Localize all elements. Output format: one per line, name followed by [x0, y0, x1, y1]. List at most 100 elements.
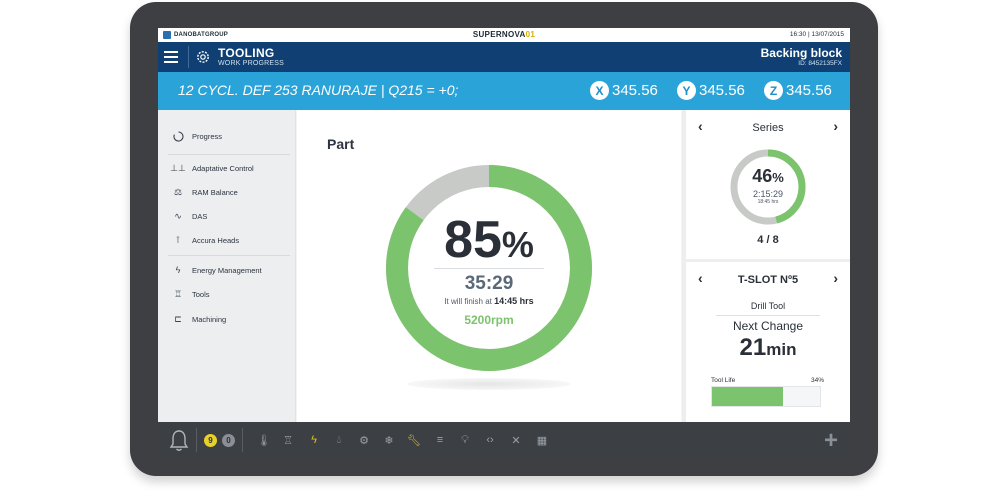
part-progress-unit: %: [501, 224, 534, 265]
tool-type: Drill Tool: [750, 301, 786, 311]
page-subtitle: WORK PROGRESS: [218, 60, 284, 67]
sidebar-item-label: Machining: [192, 314, 227, 324]
percent-divider: [434, 268, 544, 269]
das-icon: ∿: [174, 210, 182, 221]
energy-bolt-icon[interactable]: ϟ: [306, 432, 322, 448]
wrench-icon[interactable]: 🔧︎: [406, 432, 422, 448]
sidebar-item-energy-management[interactable]: ϟ Energy Management: [172, 262, 262, 278]
tool-card: ‹ › T-SLOT Nº5 Drill Tool Next Change 21…: [686, 262, 850, 422]
sidebar-item-ram-balance[interactable]: ⚖ RAM Balance: [172, 184, 238, 200]
tool-life-bar: [711, 386, 821, 407]
finish-time: It will finish at 14:45 hrs: [409, 296, 569, 306]
tool-divider: [716, 315, 820, 316]
snowflake-icon[interactable]: ❄: [381, 432, 397, 448]
thermometer-icon[interactable]: 🌡︎: [256, 432, 272, 448]
next-change-value: 21min: [686, 334, 850, 362]
next-change-number: 21: [739, 334, 767, 361]
close-icon[interactable]: ✕: [508, 432, 524, 448]
sidebar-item-tools[interactable]: ♖ Tools: [172, 286, 210, 302]
bell-icon[interactable]: [168, 428, 190, 452]
sidebar-item-label: Accura Heads: [192, 235, 240, 245]
series-progress-unit: %: [772, 170, 784, 185]
sidebar-item-label: DAS: [192, 211, 208, 221]
settings-gear-icon[interactable]: ⚙: [356, 432, 372, 448]
sidebar-item-machining[interactable]: ⊏ Machining: [172, 311, 226, 327]
accura-heads-icon: ⊺: [175, 234, 181, 245]
energy-icon: ϟ: [175, 265, 181, 275]
sidebar-divider: [168, 154, 290, 155]
app-name-accent: 01: [525, 30, 536, 39]
info-count-badge[interactable]: 0: [222, 434, 235, 447]
progress-icon: [172, 130, 184, 142]
status-bar: DANOBATGROUP SUPERNOVA01 16:30 | 13/07/2…: [158, 28, 850, 42]
part-progress-value: 85: [444, 211, 502, 269]
adaptive-control-icon: ⊥⊥: [170, 162, 186, 173]
series-time: 2:15:29: [752, 189, 784, 199]
sidebar-item-progress[interactable]: Progress: [172, 128, 222, 144]
tool-life-fill: [712, 387, 784, 406]
right-panel: ‹ › Series 46% 2:15:29 18:45 hrs 4 / 8 ‹…: [682, 110, 850, 422]
tool-life-pct: 34%: [810, 377, 824, 384]
toolbar-divider: [242, 428, 243, 452]
axis-y-value: 345.56: [699, 82, 745, 99]
sidebar-item-adaptative-control[interactable]: ⊥⊥ Adaptative Control: [170, 160, 254, 176]
next-change-label: Next Change: [732, 319, 804, 333]
series-progress-ring: [730, 149, 806, 225]
sidebar-item-label: Energy Management: [192, 265, 262, 275]
part-title: Part: [327, 136, 355, 152]
tool-life-label: Tool Life: [711, 377, 736, 384]
add-icon[interactable]: +: [824, 427, 838, 455]
finish-prefix: It will finish at: [444, 297, 492, 306]
tool-title: T-SLOT Nº5: [737, 274, 799, 286]
series-time-sub: 18:45 hrs: [757, 199, 779, 205]
program-line: 12 CYCL. DEF 253 RANURAJE | Q215 = +0;: [178, 82, 459, 98]
spindle-rpm: 5200rpm: [464, 313, 514, 327]
series-title: Series: [752, 122, 784, 134]
tool-holder-icon[interactable]: ♖: [280, 432, 296, 448]
finish-time-value: 14:45 hrs: [494, 296, 534, 306]
machining-icon: ⊏: [174, 313, 182, 324]
drop-icon[interactable]: 💧︎: [331, 432, 347, 448]
warning-count-badge[interactable]: 9: [204, 434, 217, 447]
sidebar-item-accura-heads[interactable]: ⊺ Accura Heads: [172, 232, 239, 248]
ram-balance-icon: ⚖: [173, 186, 183, 197]
main-panel: Part 85% 35:29 It will finish at 14:45 h…: [297, 110, 681, 422]
tools-icon: ♖: [173, 288, 183, 299]
list-icon[interactable]: ≡: [432, 432, 448, 448]
sidebar-item-label: Adaptative Control: [192, 163, 254, 173]
gear-icon: [197, 51, 209, 63]
page-title: TOOLING: [218, 46, 275, 60]
axis-y: Y 345.56: [677, 81, 745, 100]
app-name-main: SUPERNOVA: [472, 30, 526, 39]
sidebar-item-label: Tools: [192, 289, 210, 299]
next-change-unit: min: [766, 340, 797, 359]
toolbar-divider: [196, 428, 197, 452]
series-progress-percent: 46%: [729, 166, 807, 187]
sidebar-item-das[interactable]: ∿ DAS: [172, 208, 207, 224]
clock: 16:30 | 13/07/2015: [789, 31, 844, 38]
command-bar: 12 CYCL. DEF 253 RANURAJE | Q215 = +0; X…: [158, 72, 850, 110]
sidebar-divider: [168, 255, 290, 256]
hamburger-menu-icon[interactable]: [164, 48, 182, 66]
lightbulb-icon[interactable]: 💡︎: [457, 432, 473, 448]
axis-z-icon: Z: [764, 81, 783, 100]
header: TOOLING WORK PROGRESS Backing block ID: …: [158, 42, 850, 72]
part-progress-percent: 85%: [437, 210, 541, 270]
axis-x: X 345.56: [590, 81, 658, 100]
screen: DANOBATGROUP SUPERNOVA01 16:30 | 13/07/2…: [158, 28, 850, 458]
sidebar-item-label: RAM Balance: [192, 187, 238, 197]
axis-x-value: 345.56: [612, 82, 658, 99]
elapsed-time: 35:29: [464, 273, 514, 294]
bottom-toolbar: 9 0 🌡︎ ♖ ϟ 💧︎ ⚙ ❄ 🔧︎ ≡ 💡︎ ‹› ✕ ▦ +: [158, 422, 850, 458]
sidebar: Progress ⊥⊥ Adaptative Control ⚖ RAM Bal…: [158, 110, 296, 422]
axis-x-icon: X: [590, 81, 609, 100]
axis-z: Z 345.56: [764, 81, 832, 100]
app-name: SUPERNOVA01: [158, 30, 850, 39]
series-progress-value: 46: [752, 166, 773, 186]
sidebar-item-label: Progress: [192, 131, 223, 141]
part-name: Backing block: [760, 46, 842, 60]
code-icon[interactable]: ‹›: [482, 432, 498, 448]
calculator-icon[interactable]: ▦: [534, 432, 550, 448]
header-divider: [188, 46, 189, 68]
axis-y-icon: Y: [677, 81, 696, 100]
